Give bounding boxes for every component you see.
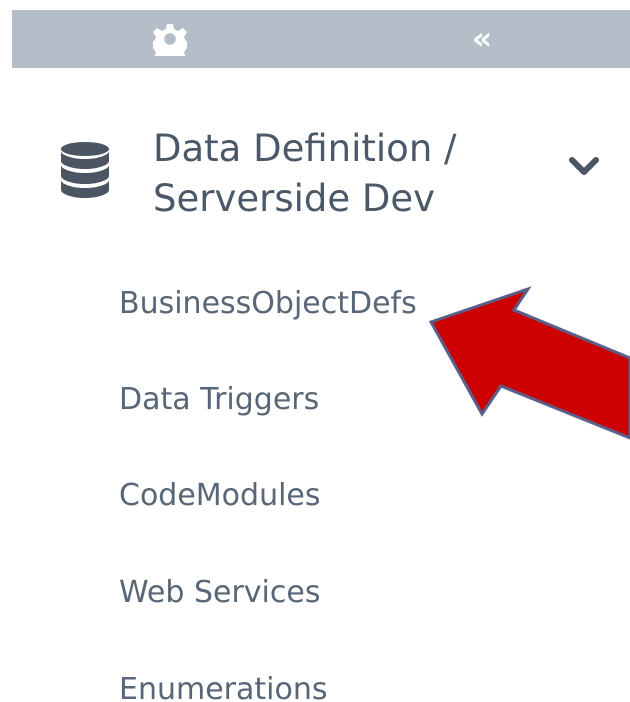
gear-icon — [153, 24, 187, 56]
chevron-down-icon[interactable] — [567, 152, 601, 182]
arrow-icon — [428, 286, 630, 440]
double-chevron-left-icon: « — [471, 20, 493, 57]
sidebar-item-codemodules[interactable]: CodeModules — [119, 476, 321, 516]
group-title: Data Definition / Serverside Dev — [153, 124, 538, 224]
collapse-sidebar-button[interactable]: « — [463, 20, 501, 58]
sidebar-item-web-services[interactable]: Web Services — [119, 573, 320, 613]
sidebar-item-enumerations[interactable]: Enumerations — [119, 670, 327, 702]
sidebar-item-data-triggers[interactable]: Data Triggers — [119, 380, 319, 420]
data-definition-group-header[interactable]: Data Definition / Serverside Dev — [56, 114, 616, 226]
group-title-line-1: Data Definition / — [153, 127, 457, 170]
group-title-line-2: Serverside Dev — [153, 177, 436, 220]
database-icon — [61, 142, 109, 198]
settings-button[interactable] — [151, 20, 189, 58]
sidebar-screenshot: « Data Definition / Serverside Dev Busin… — [0, 0, 630, 702]
sidebar-toolbar: « — [12, 10, 630, 68]
sidebar-item-businessobjectdefs[interactable]: BusinessObjectDefs — [119, 284, 417, 324]
